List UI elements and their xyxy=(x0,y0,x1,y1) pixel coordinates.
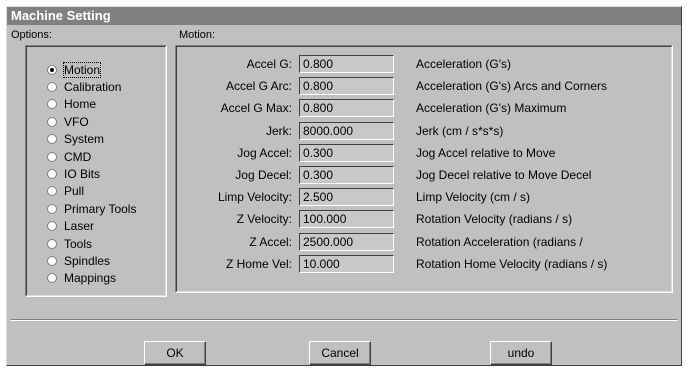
field-input[interactable] xyxy=(299,188,394,207)
motion-field-row: Jog Accel: Jog Accel relative to Move xyxy=(182,143,672,163)
option-label: Calibration xyxy=(64,80,122,95)
radio-button[interactable] xyxy=(47,82,57,93)
radio-button[interactable] xyxy=(47,151,57,162)
option-label: CMD xyxy=(64,149,92,164)
field-label: Limp Velocity: xyxy=(217,190,292,205)
option-label: Mappings xyxy=(64,271,117,286)
field-input[interactable] xyxy=(299,55,394,73)
field-description: Jerk (cm / s*s*s) xyxy=(416,123,504,138)
machine-setting-dialog: Machine Setting Options: Motion: Motion C… xyxy=(6,6,682,366)
option-motion[interactable]: Motion xyxy=(47,61,136,78)
cancel-button[interactable]: Cancel xyxy=(309,341,371,365)
field-description: Jog Accel relative to Move xyxy=(416,145,556,160)
field-label: Z Accel: xyxy=(249,234,292,249)
field-input[interactable] xyxy=(299,77,394,96)
option-label: Tools xyxy=(64,236,93,251)
option-label: Pull xyxy=(64,184,85,199)
option-label: Primary Tools xyxy=(64,201,137,216)
motion-field-row: Accel G Max: Acceleration (G's) Maximum xyxy=(182,98,672,118)
radio-button[interactable] xyxy=(47,169,57,180)
option-label: VFO xyxy=(64,114,89,129)
option-home[interactable]: Home xyxy=(47,96,136,113)
motion-field-row: Z Accel: Rotation Acceleration (radians / xyxy=(182,232,672,252)
field-description: Acceleration (G's) xyxy=(416,57,511,71)
option-laser[interactable]: Laser xyxy=(47,218,136,235)
option-spindles[interactable]: Spindles xyxy=(47,252,136,269)
option-mappings[interactable]: Mappings xyxy=(47,270,136,287)
option-system[interactable]: System xyxy=(47,131,136,148)
field-description: Acceleration (G's) Arcs and Corners xyxy=(416,79,608,94)
field-description: Acceleration (G's) Maximum xyxy=(416,101,567,116)
options-label: Options: xyxy=(11,29,52,41)
option-cmd[interactable]: CMD xyxy=(47,148,136,165)
radio-button[interactable] xyxy=(47,273,57,284)
field-label: Accel G: xyxy=(246,57,292,71)
field-input[interactable] xyxy=(299,99,394,118)
motion-field-row: Z Velocity: Rotation Velocity (radians / … xyxy=(182,209,672,229)
radio-button[interactable] xyxy=(47,186,57,197)
options-radio-list: Motion Calibration Home VFO System CMD IO Bits… xyxy=(47,61,136,287)
option-pull[interactable]: Pull xyxy=(47,183,136,200)
option-label: Spindles xyxy=(64,253,111,268)
motion-field-row: Limp Velocity: Limp Velocity (cm / s) xyxy=(182,187,672,207)
motion-field-row: Accel G Arc: Acceleration (G's) Arcs and … xyxy=(182,76,672,96)
radio-button[interactable] xyxy=(47,134,57,145)
field-input[interactable] xyxy=(299,166,394,184)
option-tools[interactable]: Tools xyxy=(47,235,136,252)
field-description: Rotation Velocity (radians / s) xyxy=(416,212,573,227)
field-label: Z Velocity: xyxy=(236,212,292,227)
field-label: Z Home Vel: xyxy=(225,256,292,271)
option-label: IO Bits xyxy=(64,167,101,182)
field-input[interactable] xyxy=(299,143,394,162)
motion-field-row: Jog Decel: Jog Decel relative to Move Dec… xyxy=(182,165,672,185)
field-input[interactable] xyxy=(299,210,394,229)
option-vfo[interactable]: VFO xyxy=(47,113,136,130)
radio-button[interactable] xyxy=(47,255,57,266)
field-label: Jog Accel: xyxy=(237,145,292,160)
option-label: Laser xyxy=(64,219,95,234)
radio-button[interactable] xyxy=(47,238,57,249)
option-label: Motion xyxy=(62,61,102,78)
option-label: Home xyxy=(64,97,97,112)
title-bar: Machine Setting xyxy=(7,7,681,25)
field-label: Accel G Max: xyxy=(220,101,292,116)
field-description: Rotation Acceleration (radians / xyxy=(416,234,583,249)
motion-label: Motion: xyxy=(179,29,216,41)
field-input[interactable] xyxy=(299,254,394,273)
ok-button[interactable]: OK xyxy=(144,341,206,365)
field-description: Limp Velocity (cm / s) xyxy=(416,190,531,205)
field-label: Accel G Arc: xyxy=(225,79,292,94)
radio-button[interactable] xyxy=(47,203,57,214)
field-description: Rotation Home Velocity (radians / s) xyxy=(416,256,608,271)
radio-button[interactable] xyxy=(47,64,57,75)
radio-button[interactable] xyxy=(47,99,57,110)
option-calibration[interactable]: Calibration xyxy=(47,78,136,95)
motion-field-row: Accel G: Acceleration (G's) xyxy=(182,54,672,74)
option-label: System xyxy=(64,132,105,147)
field-description: Jog Decel relative to Move Decel xyxy=(416,168,592,182)
radio-button[interactable] xyxy=(47,116,57,127)
field-input[interactable] xyxy=(299,121,394,140)
motion-field-row: Z Home Vel: Rotation Home Velocity (radia… xyxy=(182,254,672,274)
option-io-bits[interactable]: IO Bits xyxy=(47,165,136,182)
field-input[interactable] xyxy=(299,232,394,251)
footer-divider xyxy=(11,319,677,321)
motion-field-row: Jerk: Jerk (cm / s*s*s) xyxy=(182,121,672,141)
radio-button[interactable] xyxy=(47,221,57,232)
field-label: Jerk: xyxy=(265,123,292,138)
undo-button[interactable]: undo xyxy=(490,341,552,365)
field-label: Jog Decel: xyxy=(235,168,292,182)
option-primary-tools[interactable]: Primary Tools xyxy=(47,200,136,217)
